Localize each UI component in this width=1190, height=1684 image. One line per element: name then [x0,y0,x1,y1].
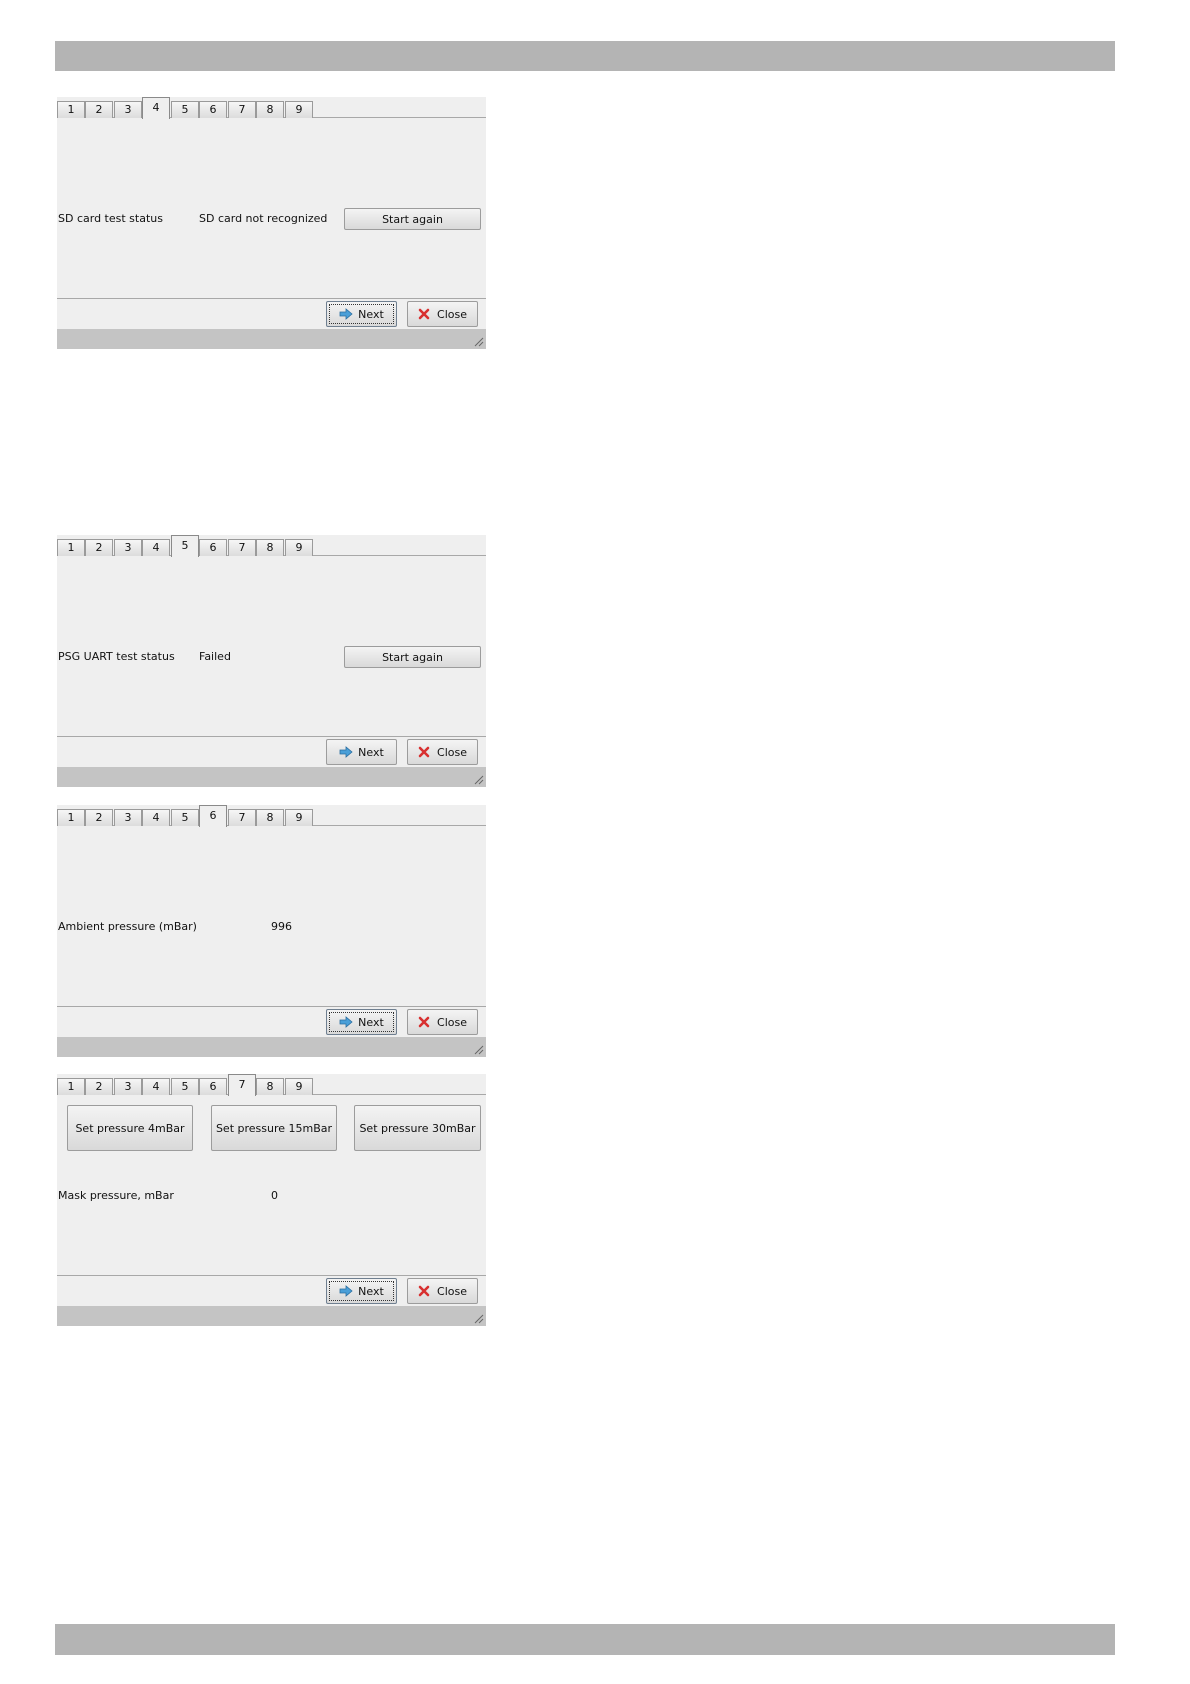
sd-card-status-label: SD card test status [58,212,163,225]
next-button[interactable]: Next [326,1278,397,1304]
next-label: Next [358,1284,384,1298]
close-button[interactable]: Close [407,1009,478,1035]
tab-2[interactable]: 2 [85,809,113,826]
arrow-right-icon [339,1285,353,1297]
dialog-footer: Next Close [57,736,486,767]
close-icon [418,1285,432,1297]
tab-7[interactable]: 7 [228,1074,256,1096]
arrow-right-icon [339,308,353,320]
close-button[interactable]: Close [407,1278,478,1304]
set-pressure-30mbar-button[interactable]: Set pressure 30mBar [354,1105,481,1151]
tab-4[interactable]: 4 [142,539,170,556]
tab-content: PSG UART test status Failed Start again [57,556,486,736]
tab-2[interactable]: 2 [85,539,113,556]
tab-8[interactable]: 8 [256,809,284,826]
close-icon [418,308,432,320]
page-header-bar [55,41,1115,71]
next-button[interactable]: Next [326,739,397,765]
tab-4[interactable]: 4 [142,1078,170,1095]
tab-3[interactable]: 3 [114,809,142,826]
arrow-right-icon [339,1016,353,1028]
tab-bar: 1 2 3 4 5 6 7 8 9 [57,97,486,119]
status-bar [57,767,486,787]
status-bar [57,1306,486,1326]
dialog-footer: Next Close [57,1006,486,1037]
tab-9[interactable]: 9 [285,1078,313,1095]
tab-5[interactable]: 5 [171,101,199,118]
test-window-ambient-pressure: 1 2 3 4 5 6 7 8 9 Ambient pressure (mBar… [57,805,486,1057]
tab-7[interactable]: 7 [228,101,256,118]
tab-8[interactable]: 8 [256,101,284,118]
tab-3[interactable]: 3 [114,1078,142,1095]
ambient-pressure-label: Ambient pressure (mBar) [58,920,197,933]
set-pressure-15mbar-button[interactable]: Set pressure 15mBar [211,1105,337,1151]
close-label: Close [437,1284,467,1298]
next-label: Next [358,1015,384,1029]
arrow-right-icon [339,746,353,758]
mask-pressure-value: 0 [271,1189,278,1202]
sd-card-status-value: SD card not recognized [199,212,328,225]
resize-grip-icon[interactable] [474,1314,484,1324]
tab-bar: 1 2 3 4 5 6 7 8 9 [57,535,486,557]
tab-5[interactable]: 5 [171,1078,199,1095]
tab-3[interactable]: 3 [114,539,142,556]
next-label: Next [358,307,384,321]
tab-1[interactable]: 1 [57,539,85,556]
set-pressure-4mbar-button[interactable]: Set pressure 4mBar [67,1105,193,1151]
tab-8[interactable]: 8 [256,539,284,556]
tab-6[interactable]: 6 [199,805,227,827]
tab-5[interactable]: 5 [171,535,199,557]
start-again-button[interactable]: Start again [344,208,481,230]
next-button[interactable]: Next [326,301,397,327]
close-icon [418,1016,432,1028]
close-label: Close [437,307,467,321]
tab-3[interactable]: 3 [114,101,142,118]
resize-grip-icon[interactable] [474,775,484,785]
tab-2[interactable]: 2 [85,1078,113,1095]
tab-9[interactable]: 9 [285,539,313,556]
tab-2[interactable]: 2 [85,101,113,118]
tab-content: SD card test status SD card not recogniz… [57,118,486,298]
tab-1[interactable]: 1 [57,809,85,826]
tab-bar: 1 2 3 4 5 6 7 8 9 [57,805,486,827]
test-window-sd-card: 1 2 3 4 5 6 7 8 9 SD card test status SD… [57,97,486,349]
tab-7[interactable]: 7 [228,809,256,826]
close-icon [418,746,432,758]
next-label: Next [358,745,384,759]
tab-8[interactable]: 8 [256,1078,284,1095]
tab-4[interactable]: 4 [142,97,170,119]
ambient-pressure-value: 996 [271,920,292,933]
tab-6[interactable]: 6 [199,101,227,118]
next-button[interactable]: Next [326,1009,397,1035]
test-window-mask-pressure: 1 2 3 4 5 6 7 8 9 Set pressure 4mBar Set… [57,1074,486,1326]
psg-uart-status-label: PSG UART test status [58,650,175,663]
tab-bar: 1 2 3 4 5 6 7 8 9 [57,1074,486,1096]
tab-6[interactable]: 6 [199,539,227,556]
dialog-footer: Next Close [57,298,486,329]
resize-grip-icon[interactable] [474,1045,484,1055]
page-footer-bar [55,1624,1115,1655]
tab-9[interactable]: 9 [285,809,313,826]
close-button[interactable]: Close [407,301,478,327]
close-label: Close [437,745,467,759]
mask-pressure-label: Mask pressure, mBar [58,1189,174,1202]
tab-content: Set pressure 4mBar Set pressure 15mBar S… [57,1095,486,1275]
dialog-footer: Next Close [57,1275,486,1306]
tab-content: Ambient pressure (mBar) 996 [57,826,486,1006]
psg-uart-status-value: Failed [199,650,231,663]
tab-1[interactable]: 1 [57,101,85,118]
test-window-psg-uart: 1 2 3 4 5 6 7 8 9 PSG UART test status F… [57,535,486,787]
status-bar [57,329,486,349]
tab-5[interactable]: 5 [171,809,199,826]
tab-6[interactable]: 6 [199,1078,227,1095]
close-button[interactable]: Close [407,739,478,765]
tab-4[interactable]: 4 [142,809,170,826]
start-again-button[interactable]: Start again [344,646,481,668]
tab-7[interactable]: 7 [228,539,256,556]
tab-1[interactable]: 1 [57,1078,85,1095]
tab-9[interactable]: 9 [285,101,313,118]
status-bar [57,1037,486,1057]
resize-grip-icon[interactable] [474,337,484,347]
close-label: Close [437,1015,467,1029]
